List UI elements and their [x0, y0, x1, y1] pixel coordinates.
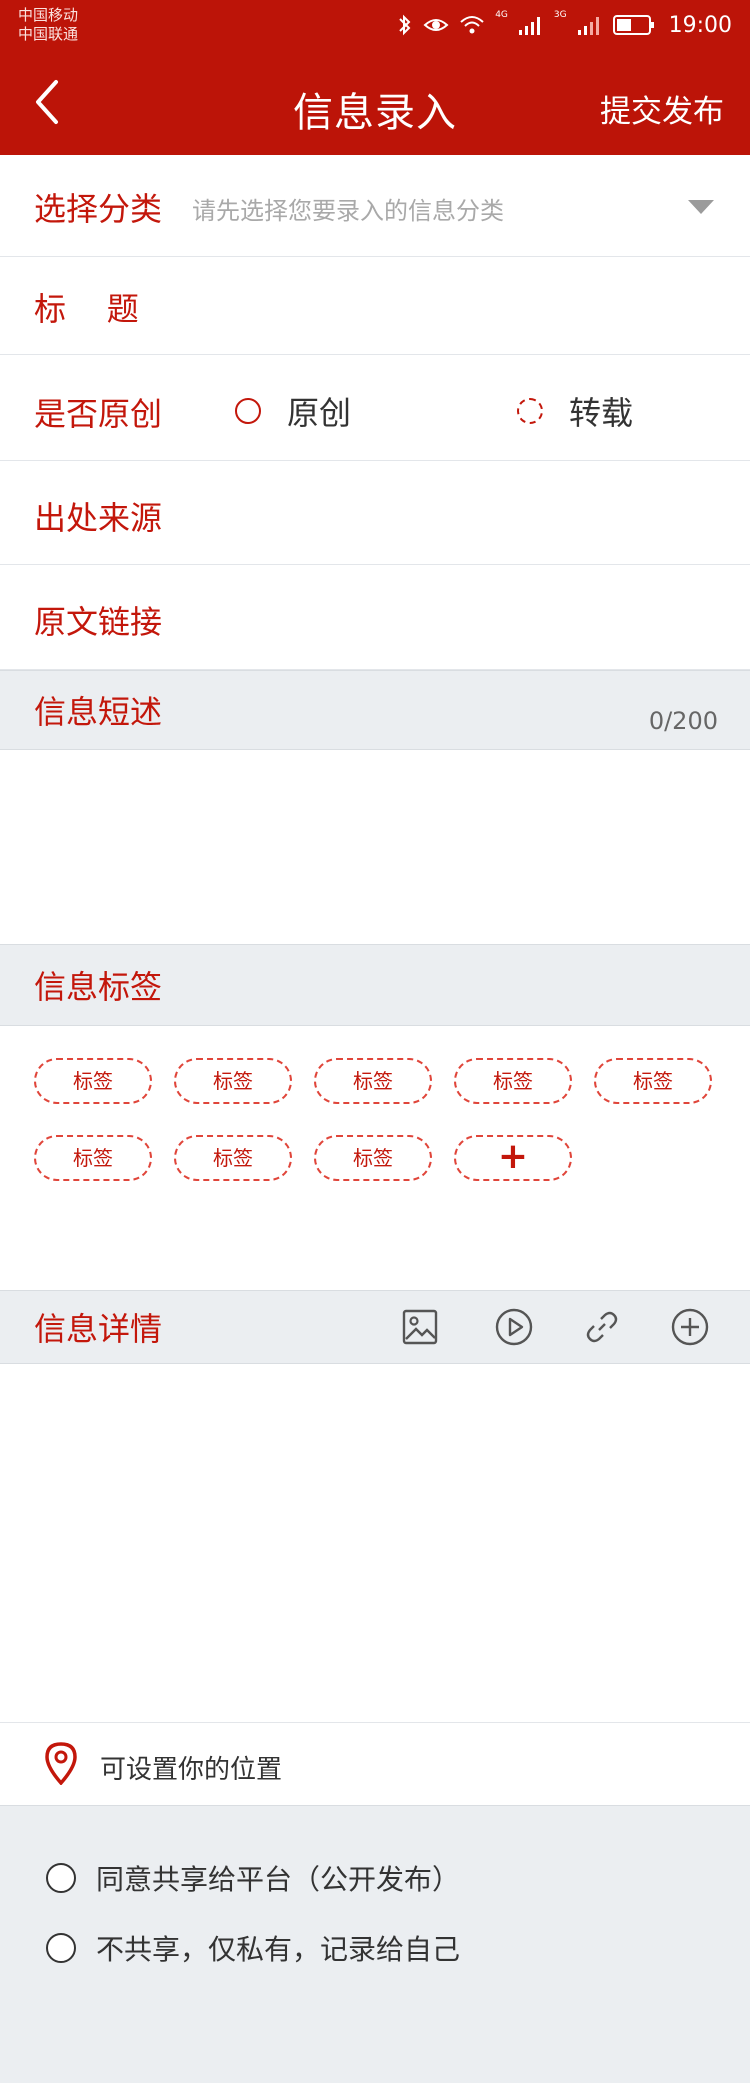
network-4g: 4G	[495, 10, 508, 20]
original-radio-group: 是否原创 原创 转载	[0, 355, 750, 461]
category-select[interactable]: 选择分类 请先选择您要录入的信息分类	[0, 155, 750, 257]
radio-repost-label: 转载	[569, 394, 634, 432]
tag-chip[interactable]: 标签	[314, 1135, 432, 1181]
share-private-label: 不共享，仅私有，记录给自己	[96, 1933, 461, 1966]
details-label: 信息详情	[34, 1310, 163, 1348]
link-icon[interactable]	[582, 1307, 622, 1347]
share-options: 同意共享给平台（公开发布） 不共享，仅私有，记录给自己	[0, 1806, 750, 2083]
link-label: 原文链接	[34, 603, 163, 641]
signal-icon	[518, 17, 540, 35]
tag-chip[interactable]: 标签	[34, 1058, 152, 1104]
details-editor[interactable]	[0, 1364, 750, 1722]
share-public-label: 同意共享给平台（公开发布）	[96, 1863, 461, 1896]
share-private-radio-icon[interactable]	[46, 1933, 76, 1963]
status-icons: 4G 3G 19:00	[397, 10, 732, 40]
tag-chip[interactable]: 标签	[174, 1058, 292, 1104]
source-field[interactable]: 出处来源	[0, 461, 750, 565]
radio-repost-circle-icon[interactable]	[517, 398, 543, 424]
summary-textarea[interactable]	[0, 750, 750, 944]
category-placeholder: 请先选择您要录入的信息分类	[192, 197, 504, 225]
location-text: 可设置你的位置	[100, 1755, 283, 1785]
add-tag-button[interactable]: +	[454, 1135, 572, 1181]
tags-area: 标签 标签 标签 标签 标签 标签 标签 标签 +	[0, 1026, 750, 1290]
clock: 19:00	[668, 12, 732, 38]
tags-section-header: 信息标签	[0, 944, 750, 1026]
tag-chip[interactable]: 标签	[34, 1135, 152, 1181]
tags-label: 信息标签	[34, 968, 163, 1006]
summary-section-header: 信息短述 0/200	[0, 670, 750, 750]
tag-chip[interactable]: 标签	[314, 1058, 432, 1104]
radio-repost[interactable]: 转载	[517, 388, 633, 434]
battery-icon	[612, 15, 654, 35]
tag-chip[interactable]: 标签	[454, 1058, 572, 1104]
location-row[interactable]: 可设置你的位置	[0, 1722, 750, 1806]
source-label: 出处来源	[34, 499, 163, 537]
wifi-icon	[460, 16, 484, 34]
title-field[interactable]: 标 题	[0, 257, 750, 355]
nav-bar: 信息录入 提交发布	[0, 60, 750, 144]
original-label: 是否原创	[34, 395, 163, 433]
app-header: 中国移动 中国联通 4G 3G 19:00 信息录入 提交发布	[0, 0, 750, 155]
carrier-2: 中国联通	[18, 25, 79, 43]
signal-weak-icon	[577, 17, 599, 35]
tag-chip[interactable]: 标签	[174, 1135, 292, 1181]
add-icon[interactable]	[670, 1307, 710, 1347]
location-pin-icon	[45, 1742, 77, 1785]
carrier-info: 中国移动 中国联通	[18, 6, 78, 44]
bluetooth-icon	[399, 14, 411, 36]
video-icon[interactable]	[494, 1307, 534, 1347]
submit-publish-button[interactable]: 提交发布	[600, 86, 724, 131]
image-icon[interactable]	[400, 1307, 440, 1347]
title-label: 标 题	[34, 290, 139, 328]
summary-label: 信息短述	[34, 693, 163, 731]
share-private-option[interactable]: 不共享，仅私有，记录给自己	[46, 1928, 460, 1968]
radio-original[interactable]: 原创	[235, 388, 351, 434]
eye-icon	[423, 19, 449, 31]
share-public-radio-icon[interactable]	[46, 1863, 76, 1893]
radio-original-label: 原创	[287, 394, 352, 432]
radio-original-circle-icon[interactable]	[235, 398, 261, 424]
status-bar: 中国移动 中国联通 4G 3G 19:00	[0, 0, 750, 50]
tag-chip[interactable]: 标签	[594, 1058, 712, 1104]
carrier-1: 中国移动	[18, 6, 79, 24]
category-label: 选择分类	[34, 190, 163, 228]
share-public-option[interactable]: 同意共享给平台（公开发布）	[46, 1858, 460, 1898]
network-3g: 3G	[553, 10, 567, 20]
dropdown-arrow-icon[interactable]	[688, 200, 714, 214]
link-field[interactable]: 原文链接	[0, 565, 750, 670]
summary-counter: 0/200	[648, 707, 718, 735]
details-section-header: 信息详情	[0, 1290, 750, 1364]
